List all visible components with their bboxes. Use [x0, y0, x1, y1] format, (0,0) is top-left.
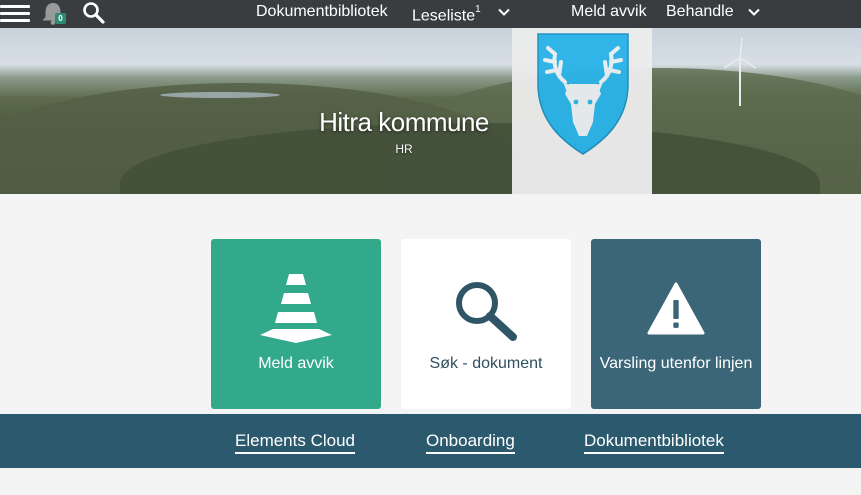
varsling-tile[interactable]: Varsling utenfor linjen — [591, 239, 761, 409]
chevron-down-icon[interactable] — [747, 5, 761, 19]
search-icon — [456, 282, 517, 341]
varsling-tile-label: Varsling utenfor linjen — [599, 355, 753, 372]
hero-banner: Hitra kommune HR — [0, 28, 861, 194]
page-subtitle: HR — [395, 142, 413, 156]
municipality-crest-icon — [537, 33, 629, 155]
warning-icon — [647, 282, 705, 335]
link-onboarding[interactable]: Onboarding — [426, 431, 515, 454]
page-title: Hitra kommune — [319, 107, 489, 137]
chevron-down-icon[interactable] — [497, 5, 511, 19]
meld-avvik-tile-label: Meld avvik — [258, 355, 334, 372]
notification-count-badge: 0 — [55, 13, 66, 24]
hamburger-menu-icon[interactable] — [0, 4, 30, 24]
wind-turbine-icon — [723, 38, 757, 106]
nav-leseliste-label: Leseliste — [412, 7, 476, 25]
crest-panel — [512, 28, 652, 194]
nav-meld-avvik[interactable]: Meld avvik — [571, 0, 647, 28]
search-icon[interactable] — [81, 0, 107, 26]
link-elements-cloud[interactable]: Elements Cloud — [235, 431, 356, 454]
nav-leseliste[interactable]: Leseliste1 — [412, 0, 481, 28]
sok-dokument-tile-label: Søk - dokument — [429, 355, 543, 372]
nav-behandle[interactable]: Behandle — [666, 0, 734, 28]
quick-links-band: Elements Cloud Onboarding Dokumentbiblio… — [0, 414, 861, 468]
link-dokumentbibliotek[interactable]: Dokumentbibliotek — [584, 431, 724, 454]
sok-dokument-tile[interactable]: Søk - dokument — [401, 239, 571, 409]
leseliste-count: 1 — [475, 4, 481, 15]
top-navigation-bar: 0 Dokumentbibliotek Leseliste1 Meld avvi… — [0, 0, 861, 28]
nav-dokumentbibliotek[interactable]: Dokumentbibliotek — [256, 0, 388, 28]
hero-lake — [160, 92, 280, 98]
meld-avvik-tile[interactable]: Meld avvik — [211, 239, 381, 409]
traffic-cone-icon — [260, 274, 332, 343]
